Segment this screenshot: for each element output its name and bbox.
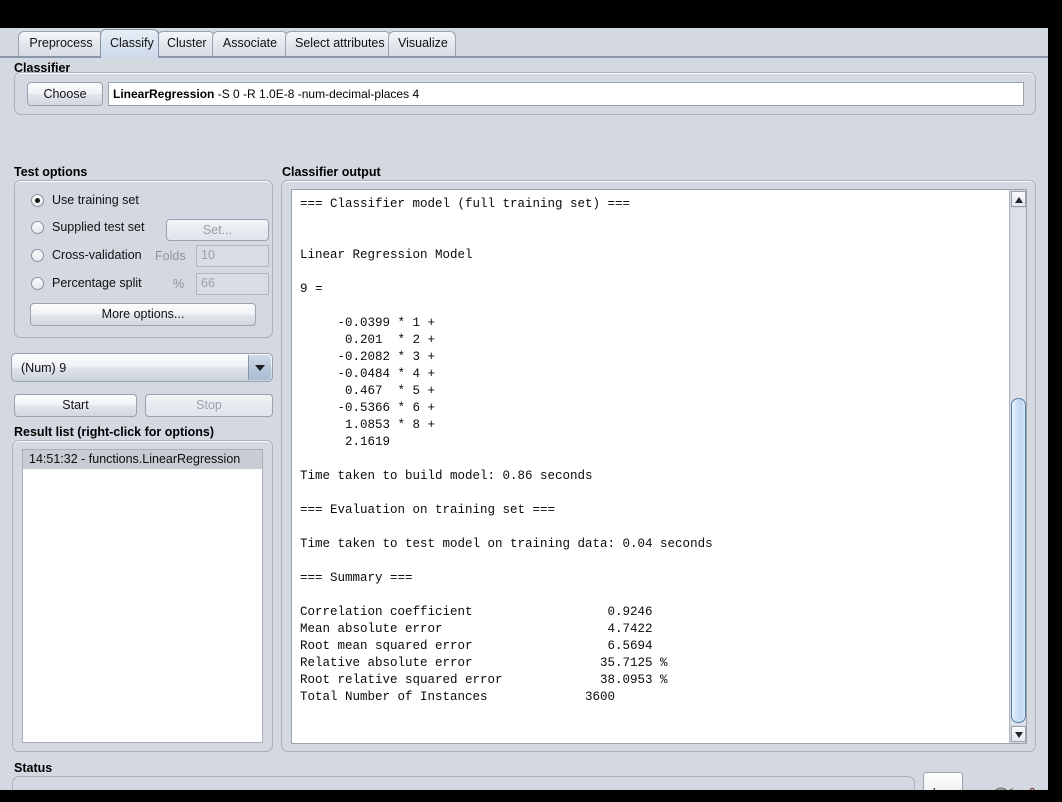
scroll-down-arrow-icon[interactable]: [1011, 726, 1026, 742]
classifier-output-panel: === Classifier model (full training set)…: [281, 180, 1036, 752]
radio-icon-use-training-set: [31, 194, 44, 207]
test-options-panel: Use training set Supplied test set Set..…: [14, 180, 273, 338]
list-item[interactable]: 14:51:32 - functions.LinearRegression: [23, 450, 262, 469]
classifier-spec-field[interactable]: LinearRegression -S 0 -R 1.0E-8 -num-dec…: [108, 82, 1024, 106]
start-button[interactable]: Start: [14, 394, 137, 417]
stop-button[interactable]: Stop: [145, 394, 273, 417]
tab-classify[interactable]: Classify: [100, 29, 159, 58]
scrollbar-thumb[interactable]: [1011, 398, 1026, 723]
percent-label: %: [173, 277, 185, 291]
class-attribute-value: (Num) 9: [21, 361, 67, 375]
radio-label-percentage-split: Percentage split: [52, 276, 142, 290]
triangle-down-icon: [1015, 732, 1023, 738]
result-list-panel: 14:51:32 - functions.LinearRegression: [12, 440, 273, 752]
radio-label-supplied-test-set: Supplied test set: [52, 220, 145, 234]
bird-count-label: x 0: [1019, 786, 1036, 790]
chevron-down-icon[interactable]: [248, 355, 271, 380]
scroll-up-arrow-icon[interactable]: [1011, 191, 1026, 207]
tab-visualize[interactable]: Visualize: [388, 31, 456, 56]
weka-bird-icon: [995, 787, 1014, 790]
folds-input[interactable]: 10: [196, 245, 269, 267]
classifier-panel: Choose LinearRegression -S 0 -R 1.0E-8 -…: [14, 72, 1036, 115]
test-options-label: Test options: [14, 165, 88, 179]
classifier-output-text: === Classifier model (full training set)…: [300, 197, 713, 704]
radio-label-cross-validation: Cross-validation: [52, 248, 142, 262]
radio-icon-supplied-test-set: [31, 221, 44, 234]
classifier-output-scrollpane[interactable]: === Classifier model (full training set)…: [291, 189, 1027, 744]
class-attribute-combo[interactable]: (Num) 9: [11, 353, 273, 382]
choose-button[interactable]: Choose: [27, 82, 103, 106]
classifier-name: LinearRegression: [113, 87, 215, 101]
radio-label-use-training-set: Use training set: [52, 193, 139, 207]
radio-icon-percentage-split: [31, 277, 44, 290]
tab-associate[interactable]: Associate: [212, 31, 288, 56]
triangle-up-icon: [1015, 197, 1023, 203]
tab-cluster[interactable]: Cluster: [157, 31, 215, 56]
folds-label: Folds: [155, 249, 186, 263]
more-options-button[interactable]: More options...: [30, 303, 256, 326]
radio-icon-cross-validation: [31, 249, 44, 262]
tab-select-attributes[interactable]: Select attributes: [285, 31, 391, 56]
tab-bar: Preprocess Classify Cluster Associate Se…: [0, 28, 1048, 58]
status-field: OK: [12, 776, 915, 790]
log-button[interactable]: Log: [923, 772, 963, 790]
status-text: OK: [26, 788, 44, 790]
weka-explorer-window: Preprocess Classify Cluster Associate Se…: [0, 28, 1048, 790]
result-list-label: Result list (right-click for options): [14, 425, 215, 439]
set-button[interactable]: Set...: [166, 219, 269, 241]
percent-split-input[interactable]: 66: [196, 273, 269, 295]
scrollbar-track[interactable]: [1011, 208, 1026, 725]
classifier-options: -S 0 -R 1.0E-8 -num-decimal-places 4: [214, 87, 420, 101]
output-vertical-scrollbar[interactable]: [1009, 190, 1026, 743]
classifier-output-label: Classifier output: [282, 165, 381, 179]
result-list[interactable]: 14:51:32 - functions.LinearRegression: [22, 449, 263, 743]
tab-preprocess[interactable]: Preprocess: [18, 31, 104, 56]
status-label: Status: [14, 761, 53, 775]
